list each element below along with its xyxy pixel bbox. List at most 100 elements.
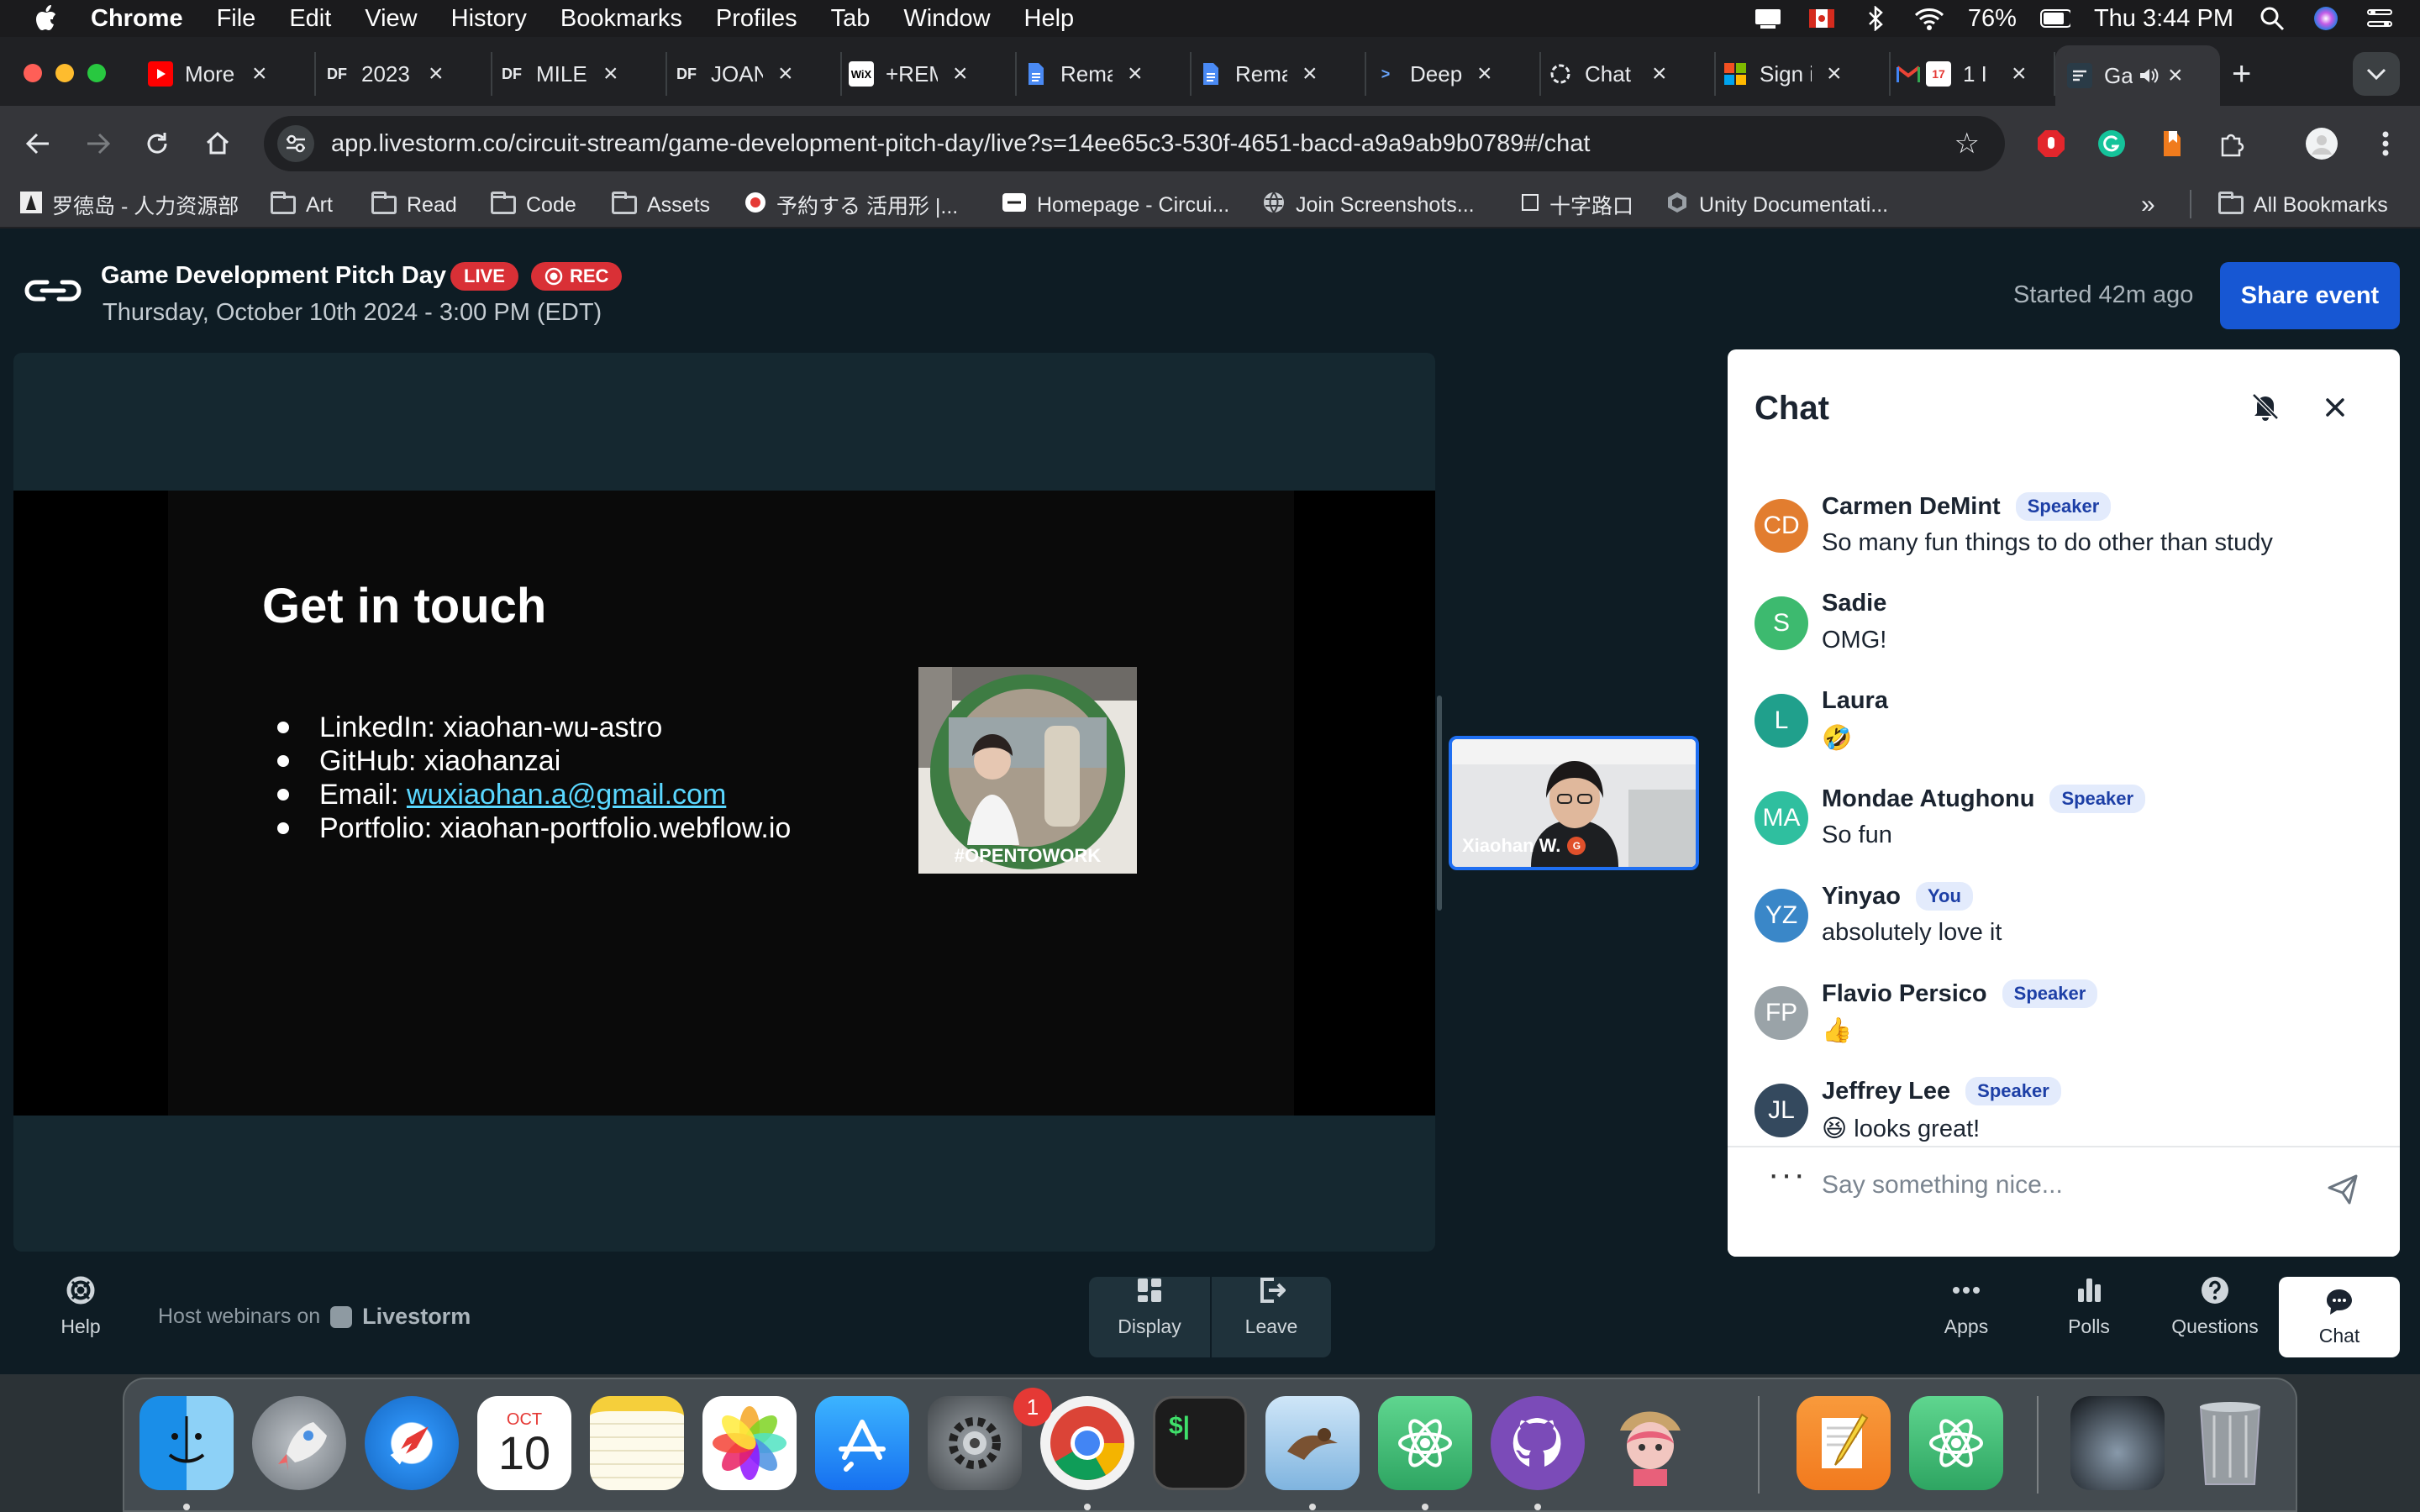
tab-close-icon[interactable]: ×: [603, 60, 618, 88]
browser-tab-1[interactable]: More ×: [148, 52, 316, 96]
window-minimize-button[interactable]: [55, 64, 74, 82]
finder-icon[interactable]: [139, 1396, 234, 1490]
menu-window[interactable]: Window: [903, 5, 990, 33]
apple-menu-icon[interactable]: [32, 3, 59, 34]
browser-tab-3[interactable]: DF MILEN ×: [499, 52, 667, 96]
display-mirror-icon[interactable]: [1753, 3, 1783, 34]
more-options-icon[interactable]: ···: [1768, 1156, 1807, 1194]
browser-tab-9[interactable]: Chat ×: [1548, 52, 1716, 96]
browser-tab-7[interactable]: Rema ×: [1198, 52, 1366, 96]
leave-button[interactable]: Leave: [1212, 1273, 1331, 1338]
menu-bookmarks[interactable]: Bookmarks: [560, 5, 682, 33]
tab-close-icon[interactable]: ×: [953, 60, 968, 88]
bookmark-item[interactable]: Join Screenshots...: [1262, 190, 1475, 220]
new-tab-button[interactable]: +: [2232, 55, 2251, 93]
menu-tab[interactable]: Tab: [831, 5, 871, 33]
tab-audio-icon[interactable]: [2136, 63, 2161, 88]
profile-avatar[interactable]: [2302, 124, 2341, 163]
reload-icon[interactable]: [138, 124, 176, 163]
display-button[interactable]: Display: [1089, 1273, 1210, 1338]
browser-tab-11[interactable]: 17 1 I ×: [1896, 52, 2055, 96]
tab-close-icon[interactable]: ×: [778, 60, 793, 88]
screenshot-thumbnail[interactable]: [2070, 1396, 2165, 1490]
address-bar[interactable]: app.livestorm.co/circuit-stream/game-dev…: [264, 116, 2005, 171]
tab-close-icon[interactable]: ×: [429, 60, 444, 88]
bookmark-item[interactable]: 十字路口: [1521, 190, 1634, 220]
bookmark-folder-code[interactable]: Code: [491, 190, 576, 220]
menu-history[interactable]: History: [451, 5, 527, 33]
menu-file[interactable]: File: [217, 5, 256, 33]
tab-close-icon[interactable]: ×: [1652, 60, 1667, 88]
spotlight-search-icon[interactable]: [2257, 3, 2287, 34]
bookmark-star-icon[interactable]: ☆: [1954, 127, 1980, 160]
menubar-clock[interactable]: Thu 3:44 PM: [2094, 5, 2233, 33]
chrome-menu-icon[interactable]: [2366, 124, 2405, 163]
menu-edit[interactable]: Edit: [289, 5, 331, 33]
apps-button[interactable]: Apps: [1933, 1273, 2000, 1338]
chat-button[interactable]: Chat: [2279, 1277, 2400, 1357]
system-settings-icon[interactable]: [928, 1396, 1022, 1490]
pages-icon[interactable]: [1797, 1396, 1891, 1490]
safari-icon[interactable]: [365, 1396, 459, 1490]
share-event-button[interactable]: Share event: [2220, 262, 2400, 329]
extensions-puzzle-icon[interactable]: [2213, 124, 2252, 163]
bookmark-item[interactable]: 罗德岛 - 人力资源部: [20, 190, 239, 220]
bookmark-item[interactable]: 予約する 活用形 |...: [744, 190, 958, 220]
send-icon[interactable]: [2326, 1173, 2360, 1206]
trash-icon[interactable]: [2183, 1396, 2277, 1490]
window-close-button[interactable]: [24, 64, 42, 82]
bluetooth-icon[interactable]: [1860, 3, 1891, 34]
preview-icon[interactable]: [1265, 1396, 1360, 1490]
app-store-icon[interactable]: [815, 1396, 909, 1490]
control-center-icon[interactable]: [2365, 3, 2395, 34]
chat-message-input[interactable]: Say something nice...: [1822, 1171, 2063, 1200]
all-bookmarks-button[interactable]: All Bookmarks: [2218, 190, 2388, 220]
menu-help[interactable]: Help: [1024, 5, 1075, 33]
menu-profiles[interactable]: Profiles: [716, 5, 797, 33]
bookmark-item[interactable]: Unity Documentati...: [1665, 190, 1888, 220]
site-info-icon[interactable]: [277, 125, 314, 162]
tab-close-icon[interactable]: ×: [2012, 60, 2027, 88]
browser-tab-4[interactable]: DF JOAN ×: [674, 52, 842, 96]
wifi-icon[interactable]: [1914, 3, 1944, 34]
bookmark-folder-read[interactable]: Read: [371, 190, 457, 220]
browser-tab-6[interactable]: Rema ×: [1023, 52, 1192, 96]
tab-close-icon[interactable]: ×: [2168, 61, 2183, 90]
browser-tab-8[interactable]: > Deep ×: [1373, 52, 1541, 96]
atom-icon[interactable]: [1378, 1396, 1472, 1490]
forward-icon[interactable]: [79, 124, 118, 163]
extension-bookmark-icon[interactable]: [2153, 124, 2191, 163]
close-chat-icon[interactable]: [2319, 391, 2351, 423]
window-zoom-button[interactable]: [87, 64, 106, 82]
menu-view[interactable]: View: [365, 5, 417, 33]
home-icon[interactable]: [198, 124, 237, 163]
atom-icon-2[interactable]: [1909, 1396, 2003, 1490]
email-link[interactable]: wuxiaohan.a@gmail.com: [407, 778, 726, 811]
photos-icon[interactable]: [702, 1396, 797, 1490]
grammarly-extension-icon[interactable]: [2092, 124, 2131, 163]
browser-tab-5[interactable]: WiX +REM ×: [849, 52, 1017, 96]
speaker-video-tile[interactable]: Xiaohan W. G: [1449, 736, 1699, 870]
battery-icon[interactable]: [2039, 3, 2070, 34]
siri-icon[interactable]: [2311, 3, 2341, 34]
adblock-extension-icon[interactable]: [2032, 124, 2070, 163]
terminal-icon[interactable]: $|: [1153, 1396, 1247, 1490]
tab-search-button[interactable]: [2353, 52, 2400, 96]
menu-app-name[interactable]: Chrome: [91, 5, 183, 33]
bookmark-item[interactable]: Homepage - Circui...: [1002, 190, 1229, 220]
stage-resize-handle[interactable]: [1437, 696, 1442, 911]
questions-button[interactable]: Questions: [2165, 1273, 2265, 1338]
chrome-icon[interactable]: [1040, 1396, 1134, 1490]
help-button[interactable]: Help: [50, 1273, 111, 1338]
input-source-flag-icon[interactable]: [1807, 3, 1837, 34]
tab-close-icon[interactable]: ×: [252, 60, 267, 88]
bookmarks-overflow-button[interactable]: »: [2141, 190, 2155, 220]
notifications-off-icon[interactable]: [2249, 390, 2282, 423]
host-webinars-promo[interactable]: Host webinars on Livestorm: [158, 1304, 471, 1330]
launchpad-icon[interactable]: [252, 1396, 346, 1490]
browser-tab-10[interactable]: Sign i ×: [1723, 52, 1891, 96]
tab-close-icon[interactable]: ×: [1477, 60, 1492, 88]
bookmark-folder-assets[interactable]: Assets: [612, 190, 710, 220]
tab-close-icon[interactable]: ×: [1128, 60, 1143, 88]
tab-close-icon[interactable]: ×: [1827, 60, 1842, 88]
